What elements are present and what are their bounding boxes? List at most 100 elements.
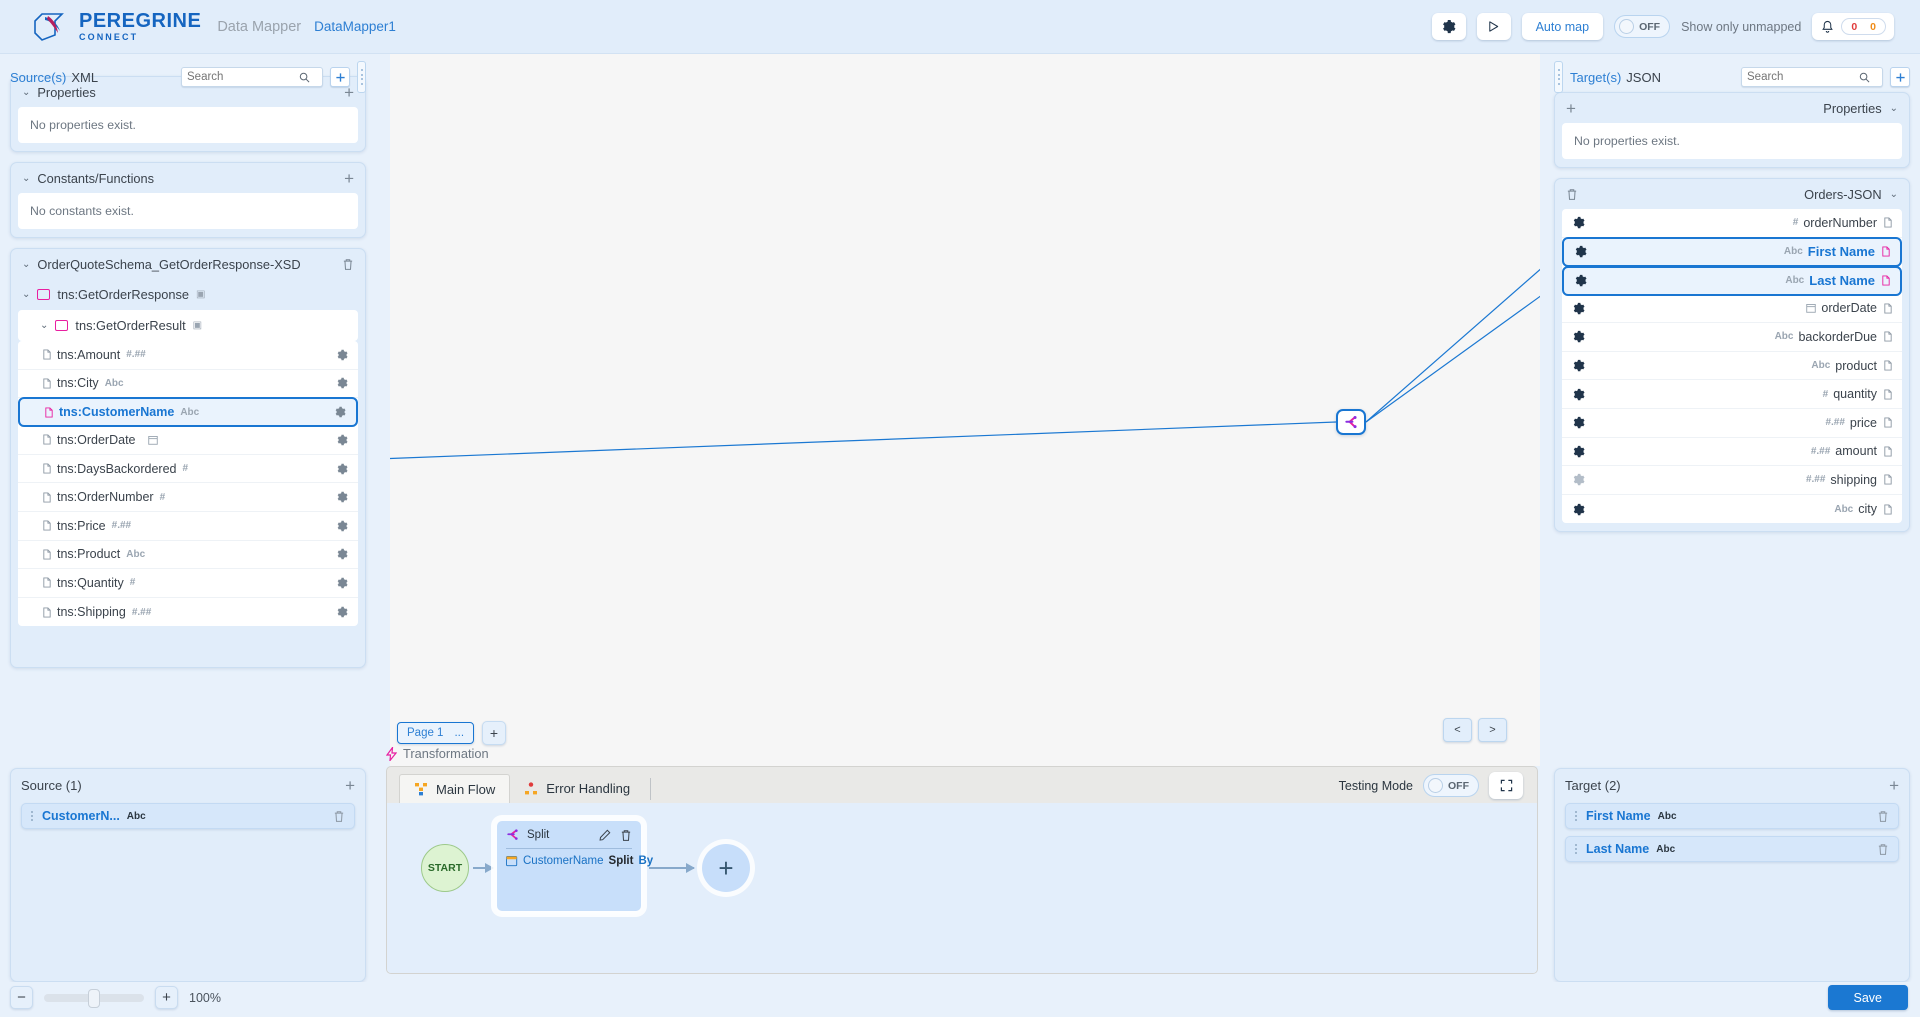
bottom-source-chip[interactable]: CustomerN...Abc — [21, 803, 355, 829]
add-activity-button[interactable]: + — [702, 844, 750, 892]
save-button[interactable]: Save — [1828, 985, 1909, 1010]
source-field[interactable]: tns:Price#.## — [18, 512, 358, 541]
page-tab-menu-icon[interactable]: ... — [454, 727, 464, 739]
drag-handle-icon[interactable] — [1575, 811, 1577, 821]
remove-chip-button[interactable] — [1877, 843, 1889, 856]
document-name[interactable]: DataMapper1 — [314, 19, 396, 34]
target-schema-header[interactable]: Orders-JSON ⌄ — [1555, 179, 1909, 209]
tab-error-handling[interactable]: Error Handling — [510, 774, 644, 803]
source-field[interactable]: tns:ProductAbc — [18, 541, 358, 570]
zoom-slider[interactable] — [44, 994, 144, 1002]
target-properties-header[interactable]: + Properties ⌄ — [1555, 93, 1909, 123]
settings-button[interactable] — [1432, 13, 1466, 40]
source-child-node[interactable]: ⌄ tns:GetOrderResult ▣ — [18, 310, 358, 341]
run-button[interactable] — [1477, 13, 1511, 40]
split-node[interactable] — [1336, 409, 1366, 435]
target-field-settings-button[interactable] — [1572, 302, 1585, 315]
source-field-settings-button[interactable] — [336, 577, 348, 589]
bottom-target-chip[interactable]: Last NameAbc — [1565, 836, 1899, 862]
zoom-slider-thumb[interactable] — [88, 989, 100, 1008]
source-field[interactable]: tns:DaysBackordered# — [18, 455, 358, 484]
remove-chip-button[interactable] — [1877, 810, 1889, 823]
trash-icon[interactable] — [620, 829, 632, 842]
target-field-selected[interactable]: AbcFirst Name — [1562, 237, 1902, 267]
target-field[interactable]: #.##shipping — [1562, 466, 1902, 495]
source-field-settings-button[interactable] — [336, 434, 348, 446]
source-field-settings-button[interactable] — [334, 406, 346, 418]
source-field[interactable]: tns:CityAbc — [18, 370, 358, 399]
page-tab-1[interactable]: Page 1 ... — [397, 722, 474, 744]
testing-mode-toggle[interactable]: OFF — [1423, 774, 1479, 797]
source-root-node[interactable]: ⌄ tns:GetOrderResponse ▣ — [11, 279, 365, 310]
target-search[interactable] — [1741, 67, 1883, 87]
pencil-icon[interactable] — [599, 829, 611, 842]
bottom-target-chip[interactable]: First NameAbc — [1565, 803, 1899, 829]
target-field-settings-button[interactable] — [1574, 245, 1587, 258]
source-field[interactable]: tns:OrderNumber# — [18, 483, 358, 512]
mapping-canvas[interactable] — [390, 54, 1540, 766]
next-page-button[interactable]: > — [1478, 718, 1507, 742]
target-field-selected[interactable]: AbcLast Name — [1562, 266, 1902, 296]
target-field[interactable]: AbcbackorderDue — [1562, 323, 1902, 352]
delete-source-schema-button[interactable] — [342, 258, 354, 271]
target-field-settings-button[interactable] — [1572, 503, 1585, 516]
target-field[interactable]: orderDate — [1562, 295, 1902, 324]
source-search[interactable] — [181, 67, 323, 87]
source-field-settings-button[interactable] — [336, 520, 348, 532]
source-panel-resize-handle[interactable] — [357, 61, 366, 93]
notifications-group[interactable]: 0 0 — [1812, 13, 1894, 40]
auto-map-button[interactable]: Auto map — [1522, 13, 1604, 40]
target-field-settings-button[interactable] — [1574, 274, 1587, 287]
target-field-settings-button[interactable] — [1572, 330, 1585, 343]
show-unmapped-toggle[interactable]: OFF — [1614, 15, 1670, 38]
source-field-selected[interactable]: tns:CustomerNameAbc — [18, 397, 358, 427]
start-node[interactable]: START — [421, 844, 469, 892]
target-field[interactable]: Abccity — [1562, 495, 1902, 524]
source-field-settings-button[interactable] — [336, 463, 348, 475]
target-field[interactable]: #quantity — [1562, 380, 1902, 409]
source-field-settings-button[interactable] — [336, 606, 348, 618]
zoom-in-button[interactable]: + — [155, 986, 178, 1009]
source-field-type: Abc — [180, 407, 199, 418]
prev-page-button[interactable]: < — [1443, 718, 1472, 742]
add-bottom-source-button[interactable]: + — [345, 777, 355, 794]
target-field-settings-button[interactable] — [1572, 445, 1585, 458]
source-field-settings-button[interactable] — [336, 548, 348, 560]
target-field[interactable]: Abcproduct — [1562, 352, 1902, 381]
add-bottom-target-button[interactable]: + — [1889, 777, 1899, 794]
source-constants-header[interactable]: ⌄ Constants/Functions + — [11, 163, 365, 193]
fullscreen-button[interactable] — [1489, 772, 1523, 799]
target-field-settings-button[interactable] — [1572, 473, 1585, 486]
add-page-button[interactable]: + — [482, 721, 506, 745]
target-field[interactable]: #.##price — [1562, 409, 1902, 438]
zoom-out-button[interactable]: − — [10, 986, 33, 1009]
target-search-input[interactable] — [1747, 71, 1859, 83]
source-field[interactable]: tns:Shipping#.## — [18, 598, 358, 627]
add-target-button[interactable] — [1890, 67, 1910, 87]
delete-target-schema-button[interactable] — [1566, 188, 1578, 201]
source-field[interactable]: tns:Quantity# — [18, 569, 358, 598]
target-field-settings-button[interactable] — [1572, 216, 1585, 229]
source-search-input[interactable] — [187, 71, 299, 83]
tab-main-flow[interactable]: Main Flow — [399, 774, 510, 803]
target-field-settings-button[interactable] — [1572, 359, 1585, 372]
add-constant-button[interactable]: + — [344, 170, 354, 187]
source-field-settings-button[interactable] — [336, 377, 348, 389]
source-field[interactable]: tns:OrderDate — [18, 426, 358, 455]
drag-handle-icon[interactable] — [1575, 844, 1577, 854]
target-field-settings-button[interactable] — [1572, 388, 1585, 401]
drag-handle-icon[interactable] — [31, 811, 33, 821]
remove-chip-button[interactable] — [333, 810, 345, 823]
target-field-settings-button[interactable] — [1572, 416, 1585, 429]
source-field-settings-button[interactable] — [336, 349, 348, 361]
split-activity-card[interactable]: Split — [497, 821, 641, 911]
add-target-property-button[interactable]: + — [1566, 100, 1576, 117]
target-field[interactable]: #orderNumber — [1562, 209, 1902, 238]
source-field-settings-button[interactable] — [336, 491, 348, 503]
flow-canvas[interactable]: START Split — [387, 803, 1537, 973]
add-source-property-button[interactable]: + — [344, 84, 354, 101]
source-schema-header[interactable]: ⌄ OrderQuoteSchema_GetOrderResponse-XSD — [11, 249, 365, 279]
target-panel-resize-handle[interactable] — [1554, 61, 1563, 93]
source-field[interactable]: tns:Amount#.## — [18, 341, 358, 370]
target-field[interactable]: #.##amount — [1562, 438, 1902, 467]
